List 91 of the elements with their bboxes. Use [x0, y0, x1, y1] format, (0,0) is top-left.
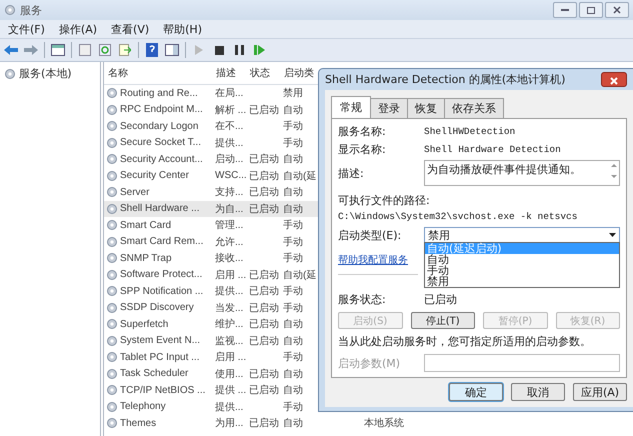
field-label: 描述:: [338, 166, 365, 180]
table-cell-text: 已启动: [248, 268, 280, 282]
table-cell-text: 已启动: [248, 416, 280, 430]
field-value: Shell Hardware Detection: [424, 144, 561, 155]
table-cell-text: 当发...: [214, 302, 244, 315]
table-cell-text: 已启动: [248, 104, 280, 117]
table-cell-text: 自动: [282, 186, 304, 200]
service-name: TCP/IP NetBIOS ...: [120, 384, 206, 396]
service-name: SPP Notification ...: [120, 286, 204, 297]
table-cell-text: 已启动: [248, 202, 280, 216]
service-name: Routing and Re...: [120, 88, 198, 99]
table-cell-text: 已启动: [248, 384, 280, 398]
table-cell-text: 已启动: [248, 284, 280, 298]
field-label: 可执行文件的路径:: [338, 193, 431, 208]
service-name: Tablet PC Input ...: [120, 352, 200, 363]
field-label: 显示名称:: [338, 142, 387, 157]
service-name: Secondary Logon: [120, 120, 198, 132]
hint-text: 当从此处启动服务时，您可指定所适用的启动参数。: [338, 334, 592, 349]
table-cell-text: 在不...: [214, 120, 244, 134]
table-cell-text: 已启动: [248, 170, 280, 183]
table-cell-text: 已启动: [248, 368, 280, 381]
service-name: Superfetch: [120, 318, 168, 330]
table-cell-text: 已启动: [248, 302, 280, 315]
field-label: 启动类型(E):: [338, 228, 402, 242]
table-cell-text: 启用 ...: [214, 350, 246, 364]
table-cell-text: 监视...: [214, 334, 244, 348]
service-name: Secure Socket T...: [120, 137, 201, 148]
table-cell-text: 手动: [282, 218, 304, 232]
table-cell-text: 启动...: [214, 152, 244, 166]
table-cell-text: 提供...: [214, 285, 244, 298]
table-cell-text: 提供...: [214, 400, 244, 414]
table-cell-text: 为用...: [214, 416, 244, 430]
service-name: Software Protect...: [120, 269, 202, 280]
table-cell-text: 手动: [282, 400, 304, 414]
table-cell-text: 接收...: [214, 252, 244, 266]
table-cell-text: 维护...: [214, 318, 244, 332]
table-cell-text: 自动: [282, 334, 304, 348]
table-cell-text: 自动(延: [282, 170, 318, 183]
table-cell-text: 支持...: [214, 186, 244, 200]
table-cell-text: 手动: [282, 350, 304, 364]
table-cell-text: 自动(延: [282, 268, 318, 282]
field-value: ShellHWDetection: [424, 126, 516, 137]
service-name: SNMP Trap: [120, 252, 172, 264]
table-cell-text: 已启动: [248, 318, 280, 332]
table-cell-text: 管理...: [214, 219, 244, 232]
service-name: System Event N...: [120, 335, 200, 346]
table-cell-text: 提供 ...: [214, 384, 246, 398]
table-cell-text: 允许...: [214, 236, 244, 249]
table-cell-text: 手动: [282, 252, 304, 266]
service-name: Server: [120, 186, 150, 198]
table-cell-text: 启用 ...: [214, 268, 246, 282]
table-cell-text: 手动: [282, 236, 304, 249]
table-cell-text: 为自...: [214, 202, 244, 216]
service-name: Shell Hardware ...: [120, 203, 200, 214]
table-cell-text: 使用...: [214, 368, 244, 381]
field-label: 服务名称:: [338, 124, 387, 139]
table-cell-text: 手动: [282, 120, 304, 134]
table-cell-text: 本地系统: [363, 416, 405, 430]
service-name: Task Scheduler: [120, 368, 188, 380]
service-name: RPC Endpoint M...: [120, 104, 203, 116]
service-name: Security Account...: [120, 154, 203, 165]
table-cell-text: 自动: [282, 368, 304, 381]
table-cell-text: 解析 ...: [214, 104, 246, 117]
table-cell-text: 手动: [282, 284, 304, 298]
table-cell-text: 手动: [282, 136, 304, 150]
service-name: Security Center: [120, 170, 189, 182]
service-name: Telephony: [120, 401, 166, 412]
status-value: 已启动: [424, 292, 457, 307]
table-cell-text: 在局...: [214, 87, 244, 100]
table-cell-text: 提供...: [214, 136, 244, 150]
field-label: 启动参数(M): [338, 356, 402, 370]
table-cell-text: 自动: [282, 202, 304, 216]
service-name: SSDP Discovery: [120, 302, 194, 314]
service-name: Smart Card: [120, 220, 172, 231]
table-cell-text: 手动: [282, 302, 304, 315]
table-cell-text: 已启动: [248, 186, 280, 200]
table-cell-text: 自动: [282, 384, 304, 398]
table-cell-text: 已启动: [248, 334, 280, 348]
path-value: C:\Windows\System32\svchost.exe -k netsvcs: [338, 211, 578, 222]
table-cell-text: 自动: [282, 104, 304, 117]
table-cell-text: WSC...: [214, 170, 246, 182]
field-label: 服务状态:: [338, 292, 387, 307]
dialog-title: Shell Hardware Detection 的属性(本地计算机): [325, 72, 566, 87]
table-cell-text: 已启动: [248, 152, 280, 166]
table-cell-text: 自动: [282, 318, 304, 332]
table-cell-text: 自动: [282, 417, 304, 430]
table-cell-text: 自动: [282, 153, 304, 166]
table-cell-text: 禁用: [282, 86, 304, 100]
service-name: Themes: [120, 418, 156, 429]
window-title: 服务: [20, 2, 42, 18]
service-name: Smart Card Rem...: [120, 236, 204, 248]
